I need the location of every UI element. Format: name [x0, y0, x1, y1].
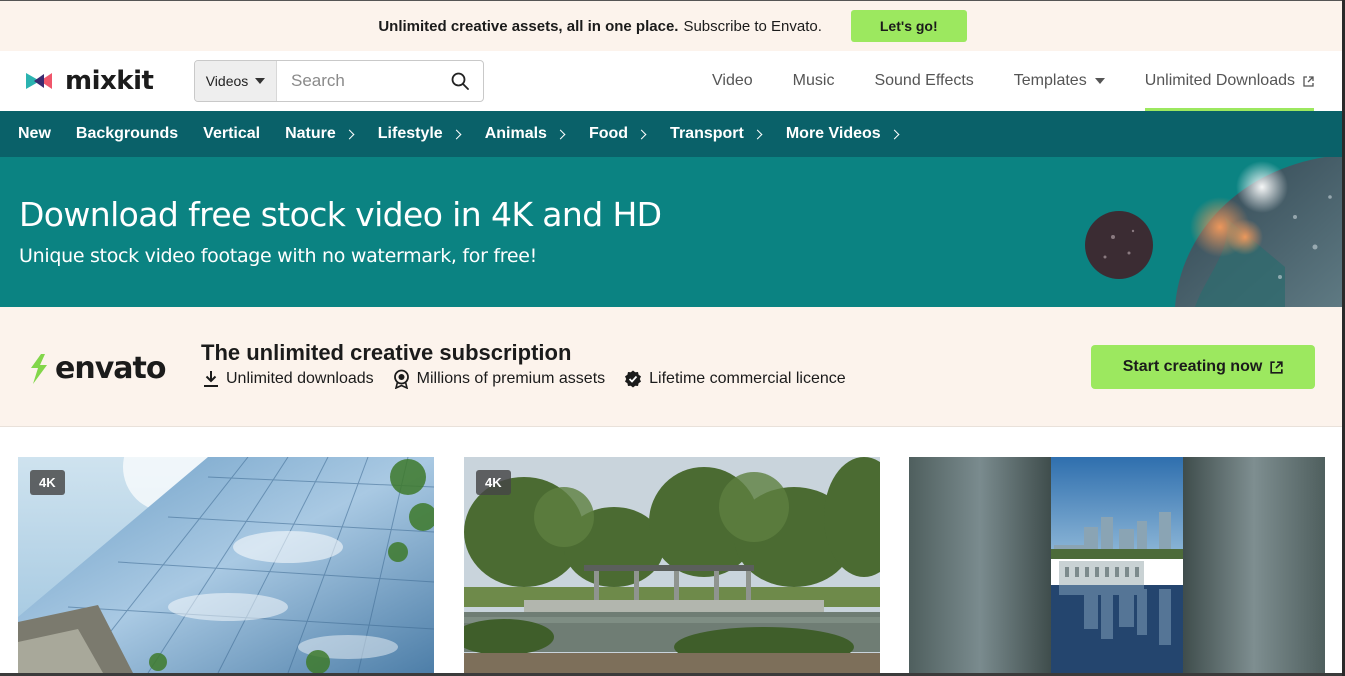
category-more-videos[interactable]: More Videos: [785, 125, 900, 143]
hero-subtitle: Unique stock video footage with no water…: [19, 245, 537, 267]
category-label: More Videos: [785, 125, 881, 142]
mixkit-logo[interactable]: mixkit: [26, 66, 154, 96]
envato-leaf-icon: [31, 353, 47, 384]
video-thumbnail-city-reflection: [909, 457, 1325, 673]
hero-title: Download free stock video in 4K and HD: [19, 195, 662, 234]
category-label: Vertical: [203, 125, 261, 142]
search-button[interactable]: [437, 61, 483, 101]
resolution-badge: 4K: [476, 470, 511, 495]
promo-cta-button[interactable]: Let's go!: [850, 10, 967, 42]
external-link-icon: [1303, 75, 1314, 87]
start-creating-button[interactable]: Start creating now: [1091, 345, 1315, 389]
promo-text: Subscribe to Envato.: [683, 17, 822, 35]
chevron-right-icon: [555, 129, 566, 140]
video-thumbnail-skyscraper: [18, 457, 434, 673]
top-nav: Video Music Sound Effects Templates Unli…: [672, 51, 1315, 111]
category-lifestyle[interactable]: Lifestyle: [377, 125, 462, 143]
video-card[interactable]: 4K: [18, 457, 434, 673]
feature-label: Unlimited downloads: [226, 370, 374, 387]
category-nature[interactable]: Nature: [285, 125, 355, 143]
category-food[interactable]: Food: [588, 125, 647, 143]
search-input[interactable]: Search: [277, 61, 437, 101]
nav-sound-effects[interactable]: Sound Effects: [874, 51, 973, 111]
envato-title: The unlimited creative subscription: [201, 340, 572, 365]
site-header: mixkit Videos Search Video Music Sound E…: [0, 51, 1345, 111]
search-scope-select[interactable]: Videos: [195, 61, 277, 101]
category-animals[interactable]: Animals: [484, 125, 566, 143]
chevron-right-icon: [752, 129, 763, 140]
nav-music[interactable]: Music: [793, 51, 835, 111]
feature-item: Unlimited downloads: [203, 369, 374, 389]
external-link-icon: [1270, 360, 1283, 374]
category-label: Food: [588, 125, 629, 142]
feature-item: Millions of premium assets: [393, 369, 606, 389]
nav-unlimited-downloads-label: Unlimited Downloads: [1144, 72, 1295, 89]
category-vertical[interactable]: Vertical: [203, 125, 260, 143]
category-bar: New Backgrounds Vertical Nature Lifestyl…: [0, 111, 1345, 157]
category-backgrounds[interactable]: Backgrounds: [76, 125, 178, 143]
hero-decorative-image: [1085, 157, 1345, 307]
download-icon: [204, 371, 218, 387]
nav-unlimited-downloads[interactable]: Unlimited Downloads: [1144, 51, 1315, 111]
video-thumbnail-park-pond: [464, 457, 880, 673]
category-label: New: [18, 125, 51, 142]
envato-banner: envato The unlimited creative subscripti…: [0, 307, 1345, 427]
promo-strip: Unlimited creative assets, all in one pl…: [0, 0, 1345, 51]
resolution-badge: 4K: [30, 470, 65, 495]
envato-logo[interactable]: envato: [27, 351, 166, 386]
chevron-right-icon: [636, 129, 647, 140]
nav-templates-label: Templates: [1013, 72, 1087, 89]
category-label: Lifestyle: [377, 125, 443, 142]
feature-label: Lifetime commercial licence: [649, 370, 846, 387]
mixkit-logo-icon: [26, 73, 52, 89]
search-bar: Videos Search: [194, 60, 484, 102]
chevron-right-icon: [451, 129, 462, 140]
mixkit-logo-text: mixkit: [65, 66, 154, 96]
envato-logo-text: envato: [55, 351, 166, 386]
caret-down-icon: [255, 78, 266, 84]
nav-video-label: Video: [712, 72, 753, 89]
category-label: Transport: [670, 125, 744, 142]
promo-bold-text: Unlimited creative assets, all in one pl…: [378, 17, 679, 35]
nav-sound-effects-label: Sound Effects: [874, 72, 974, 89]
envato-features: Unlimited downloads Millions of premium …: [203, 369, 865, 389]
verified-check-icon: [625, 370, 642, 388]
category-transport[interactable]: Transport: [670, 125, 763, 143]
feature-item: Lifetime commercial licence: [624, 369, 846, 389]
category-new[interactable]: New: [18, 125, 51, 143]
video-card[interactable]: 4K: [464, 457, 880, 673]
chevron-right-icon: [889, 129, 900, 140]
search-icon: [451, 72, 469, 90]
award-badge-icon: [393, 369, 409, 389]
caret-down-icon: [1094, 78, 1105, 84]
category-label: Backgrounds: [75, 125, 179, 142]
feature-label: Millions of premium assets: [416, 370, 606, 387]
hero-banner: Download free stock video in 4K and HD U…: [0, 157, 1345, 307]
video-card[interactable]: [909, 457, 1325, 673]
nav-templates[interactable]: Templates: [1014, 51, 1105, 111]
nav-video[interactable]: Video: [712, 51, 753, 111]
category-label: Nature: [285, 125, 336, 142]
start-creating-label: Start creating now: [1122, 358, 1263, 375]
nav-music-label: Music: [792, 72, 835, 89]
search-scope-label: Videos: [205, 73, 249, 89]
chevron-right-icon: [344, 129, 355, 140]
category-label: Animals: [484, 125, 547, 142]
